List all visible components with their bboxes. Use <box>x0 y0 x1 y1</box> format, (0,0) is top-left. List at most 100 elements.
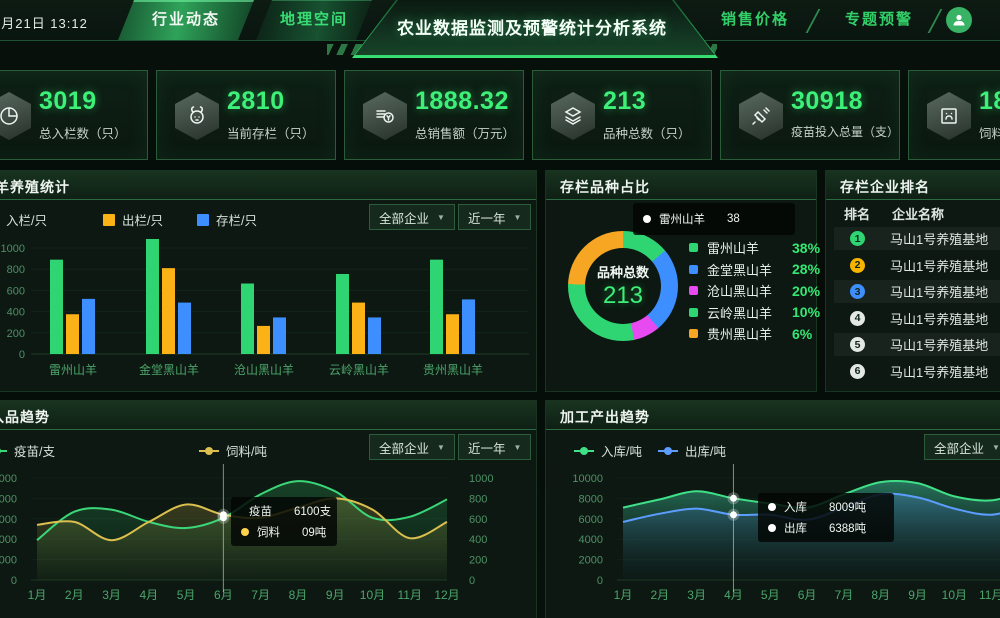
panel-title: 存栏品种占比 <box>560 177 650 197</box>
svg-text:8月: 8月 <box>871 588 890 602</box>
kpi-label: 总销售额（万元） <box>415 123 515 142</box>
app-title: 农业数据监测及预警统计分析系统 <box>352 0 712 55</box>
kpi-value: 1888.32 <box>415 87 509 116</box>
tab-sales-price[interactable]: 销售价格 <box>700 0 810 40</box>
donut-legend-item[interactable]: 贵州黑山羊6% <box>689 323 812 344</box>
svg-text:0: 0 <box>19 349 25 361</box>
tab-geo-space[interactable]: 地理空间 <box>256 0 372 40</box>
svg-text:600: 600 <box>7 285 25 297</box>
tooltip-row: 饲料09吨 <box>241 524 327 540</box>
svg-text:2月: 2月 <box>650 588 669 602</box>
svg-text:800: 800 <box>469 493 487 505</box>
panel-title: 存栏企业排名 <box>840 177 930 197</box>
ranking-row[interactable]: 3马山1号养殖基地 <box>834 280 1000 303</box>
ranking-row[interactable]: 4 马山1号养殖基地 <box>834 307 1000 330</box>
tooltip-value: 38 <box>727 213 740 225</box>
svg-text:1月: 1月 <box>614 588 633 602</box>
svg-text:8月: 8月 <box>289 588 308 602</box>
kpi-label: 疫苗投入总量（支） <box>791 123 899 140</box>
ranking-row[interactable]: 2 马山1号养殖基地 <box>834 254 1000 277</box>
panel-processing-output-trend: 加工产出趋势 入库/吨 出库/吨 全部企业▼ 近一年▼ 100008000600… <box>545 400 1000 618</box>
panel-company-ranking: 存栏企业排名 排名 企业名称 1马山1号养殖基地2马山1号养殖基地3马山1号养殖… <box>825 170 1000 392</box>
legend-swatch <box>689 243 698 252</box>
svg-text:11月: 11月 <box>397 588 421 602</box>
svg-text:200: 200 <box>469 555 487 567</box>
company-name: 马山1号养殖基地 <box>890 362 988 381</box>
legend-swatch <box>689 286 698 295</box>
dashboard: 1月21日 13:12 行业动态 地理空间 农业数据监测及预警统计分析系统 销售… <box>0 0 1000 618</box>
tab-industry-news[interactable]: 行业动态 <box>118 0 254 40</box>
svg-text:10月: 10月 <box>360 588 385 602</box>
ranking-row[interactable]: 5马山1号养殖基地 <box>834 333 1000 356</box>
svg-text:3月: 3月 <box>687 588 706 602</box>
svg-text:4000: 4000 <box>0 534 17 546</box>
panel-sheep-breeding-stats: 羊养殖统计 入栏/只出栏/只存栏/只 全部企业▼ 近一年▼ 1000800600… <box>0 170 537 392</box>
ranking-row[interactable]: 6 马山1号养殖基地 <box>834 360 1000 383</box>
panel-inputs-trend: 投入品趋势 疫苗/支 饲料/吨 全部企业▼ 近一年▼ 1000080006000… <box>0 400 537 618</box>
kpi-label: 饲料投入 <box>979 123 1000 142</box>
panel-species-share: 存栏品种占比 品种总数 213 雷州山羊38%金堂黑山羊28%沧山黑山羊20%云… <box>545 170 817 392</box>
ranking-row[interactable]: 1马山1号养殖基地 <box>834 227 1000 250</box>
kpi-value: 213 <box>603 87 646 116</box>
kpi-card: 1888.32 总销售额（万元） <box>344 70 524 160</box>
svg-text:6月: 6月 <box>798 588 817 602</box>
svg-text:4000: 4000 <box>579 534 603 546</box>
inputs-tooltip: 疫苗6100支饲料09吨 <box>231 497 337 546</box>
svg-text:3月: 3月 <box>102 588 121 602</box>
rank-badge: 4 <box>850 311 865 326</box>
donut-legend-item[interactable]: 沧山黑山羊20% <box>689 280 820 301</box>
tooltip-dot <box>768 503 776 511</box>
svg-text:10000: 10000 <box>0 473 17 485</box>
svg-text:8000: 8000 <box>579 493 603 505</box>
svg-text:沧山黑山羊: 沧山黑山羊 <box>234 362 294 377</box>
tooltip-dot <box>241 528 249 536</box>
pie-icon <box>0 92 31 140</box>
svg-text:0: 0 <box>597 575 603 587</box>
kpi-card: 3019 总入栏数（只） <box>0 70 148 160</box>
donut-legend-item[interactable]: 云岭黑山羊10% <box>689 302 820 323</box>
svg-text:0: 0 <box>11 575 17 587</box>
rank-badge: 3 <box>850 284 865 299</box>
svg-text:0: 0 <box>469 575 475 587</box>
donut-legend-item[interactable]: 雷州山羊38% <box>689 237 820 258</box>
svg-text:云岭黑山羊: 云岭黑山羊 <box>329 362 389 377</box>
user-avatar-icon[interactable] <box>946 7 972 33</box>
svg-text:贵州黑山羊: 贵州黑山羊 <box>423 362 483 377</box>
kpi-value: 1888 <box>979 87 1000 116</box>
legend-swatch <box>689 308 698 317</box>
svg-text:2000: 2000 <box>0 555 17 567</box>
tab-topic-warning[interactable]: 专题预警 <box>828 0 930 40</box>
kpi-label: 总入栏数（只） <box>39 123 127 142</box>
kpi-value: 3019 <box>39 87 97 116</box>
rank-badge: 1 <box>850 231 865 246</box>
legend-swatch <box>689 329 698 338</box>
company-name: 马山1号养殖基地 <box>890 335 988 354</box>
rank-badge: 2 <box>850 258 865 273</box>
feed-icon <box>927 92 971 140</box>
svg-text:1000: 1000 <box>469 473 493 485</box>
company-name: 马山1号养殖基地 <box>890 309 988 328</box>
tooltip-row: 出库6388吨 <box>768 520 884 536</box>
svg-text:7月: 7月 <box>251 588 270 602</box>
kpi-label: 品种总数（只） <box>603 123 691 142</box>
coins-icon <box>363 92 407 140</box>
donut-legend-item[interactable]: 金堂黑山羊28% <box>689 259 820 280</box>
svg-text:600: 600 <box>469 514 487 526</box>
goat-icon <box>175 92 219 140</box>
svg-text:8000: 8000 <box>0 493 17 505</box>
donut-chart[interactable]: 品种总数 213 <box>568 231 678 341</box>
svg-text:9月: 9月 <box>326 588 345 602</box>
svg-text:400: 400 <box>7 307 25 319</box>
top-nav: 1月21日 13:12 行业动态 地理空间 农业数据监测及预警统计分析系统 销售… <box>0 0 1000 58</box>
kpi-card: 30918 疫苗投入总量（支） <box>720 70 900 160</box>
kpi-value: 30918 <box>791 87 863 116</box>
kpi-value: 2810 <box>227 87 285 116</box>
grouped-bar-chart[interactable]: 10008006004002000雷州山羊金堂黑山羊沧山黑山羊云岭黑山羊贵州黑山… <box>0 171 536 391</box>
svg-text:12月: 12月 <box>434 588 459 602</box>
svg-text:5月: 5月 <box>761 588 780 602</box>
company-name: 马山1号养殖基地 <box>890 256 988 275</box>
svg-text:6000: 6000 <box>0 514 17 526</box>
svg-text:1月: 1月 <box>28 588 47 602</box>
rank-badge: 6 <box>850 364 865 379</box>
svg-text:1000: 1000 <box>1 243 25 255</box>
